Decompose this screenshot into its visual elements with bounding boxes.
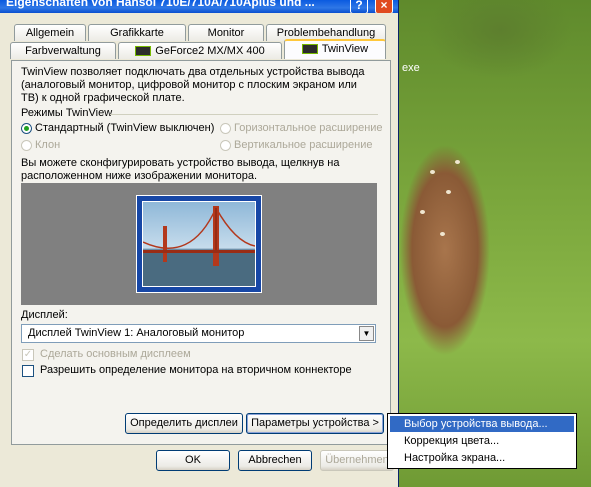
nvidia-icon <box>301 44 318 55</box>
tab-allgemein[interactable]: Allgemein <box>14 24 86 41</box>
title-bar[interactable]: Eigenschaften von Hansol 710E/710A/710Ap… <box>0 0 398 13</box>
menu-item-screen-adjustment[interactable]: Настройка экрана... <box>390 450 574 466</box>
menu-item-select-output-device[interactable]: Выбор устройства вывода... <box>390 416 574 432</box>
deer-spot <box>440 232 445 236</box>
make-primary-checkbox[interactable]: ✓ <box>22 349 34 361</box>
radio-clone-label: Клон <box>35 139 61 151</box>
allow-detect-label: Разрешить определение монитора на вторич… <box>40 364 352 376</box>
configure-hint-line-2: расположенном ниже изображении монитора. <box>21 170 258 182</box>
description-line-3: ТВ) к одной графической плате. <box>21 92 185 104</box>
desktop-icon-label[interactable]: exe <box>402 62 420 74</box>
identify-displays-button[interactable]: Определить дисплеи <box>125 413 243 434</box>
tab-twinview[interactable]: TwinView <box>284 39 386 59</box>
deer-spot <box>455 160 460 164</box>
tab-geforce[interactable]: GeForce2 MX/MX 400 <box>118 42 282 59</box>
make-primary-label: Сделать основным дисплеем <box>40 348 191 360</box>
apply-button[interactable]: Übernehmen <box>320 450 394 471</box>
radio-vertical[interactable] <box>220 140 231 151</box>
configure-hint-line-1: Вы можете сконфигурировать устройство вы… <box>21 157 340 169</box>
menu-item-color-correction[interactable]: Коррекция цвета... <box>390 433 574 449</box>
golden-gate-bridge-icon <box>143 206 255 286</box>
device-settings-button[interactable]: Параметры устройства > <box>246 413 384 434</box>
deer-spot <box>420 210 425 214</box>
tab-grafikkarte[interactable]: Grafikkarte <box>88 24 186 41</box>
tab-farbverwaltung[interactable]: Farbverwaltung <box>10 42 116 59</box>
allow-detect-checkbox[interactable] <box>22 365 34 377</box>
deer-spot <box>446 190 451 194</box>
display-label: Дисплей: <box>21 309 68 321</box>
chevron-down-icon[interactable]: ▼ <box>359 326 374 341</box>
ok-button[interactable]: OK <box>156 450 230 471</box>
radio-standard-label: Стандартный (TwinView выключен) <box>35 122 215 134</box>
device-settings-menu: Выбор устройства вывода... Коррекция цве… <box>387 413 577 469</box>
radio-standard[interactable] <box>21 123 32 134</box>
tab-geforce-label: GeForce2 MX/MX 400 <box>155 45 265 57</box>
nvidia-icon <box>135 46 152 57</box>
help-button[interactable]: ? <box>350 0 368 13</box>
tab-twinview-label: TwinView <box>321 43 369 55</box>
monitor-preview-area <box>21 183 377 305</box>
radio-vertical-label: Вертикальное расширение <box>234 139 373 151</box>
window-title: Eigenschaften von Hansol 710E/710A/710Ap… <box>6 0 315 9</box>
monitor-1-image[interactable] <box>136 195 262 293</box>
display-select[interactable]: Дисплей TwinView 1: Аналоговый монитор ▼ <box>21 324 376 343</box>
display-properties-dialog: Eigenschaften von Hansol 710E/710A/710Ap… <box>0 0 399 487</box>
modes-group-title: Режимы TwinView <box>21 107 113 119</box>
radio-horizontal-label: Горизонтальное расширение <box>234 122 383 134</box>
cancel-button[interactable]: Abbrechen <box>238 450 312 471</box>
description-line-1: TwinView позволяет подключать два отдель… <box>21 66 365 78</box>
radio-horizontal[interactable] <box>220 123 231 134</box>
bridge-wallpaper-thumbnail <box>142 201 256 287</box>
close-button[interactable]: × <box>375 0 393 13</box>
tab-monitor[interactable]: Monitor <box>188 24 264 41</box>
radio-clone[interactable] <box>21 140 32 151</box>
display-select-value: Дисплей TwinView 1: Аналоговый монитор <box>28 327 245 339</box>
deer-spot <box>430 170 435 174</box>
group-divider <box>110 114 378 115</box>
description-line-2: (аналоговый монитор, цифровой монитор с … <box>21 79 357 91</box>
